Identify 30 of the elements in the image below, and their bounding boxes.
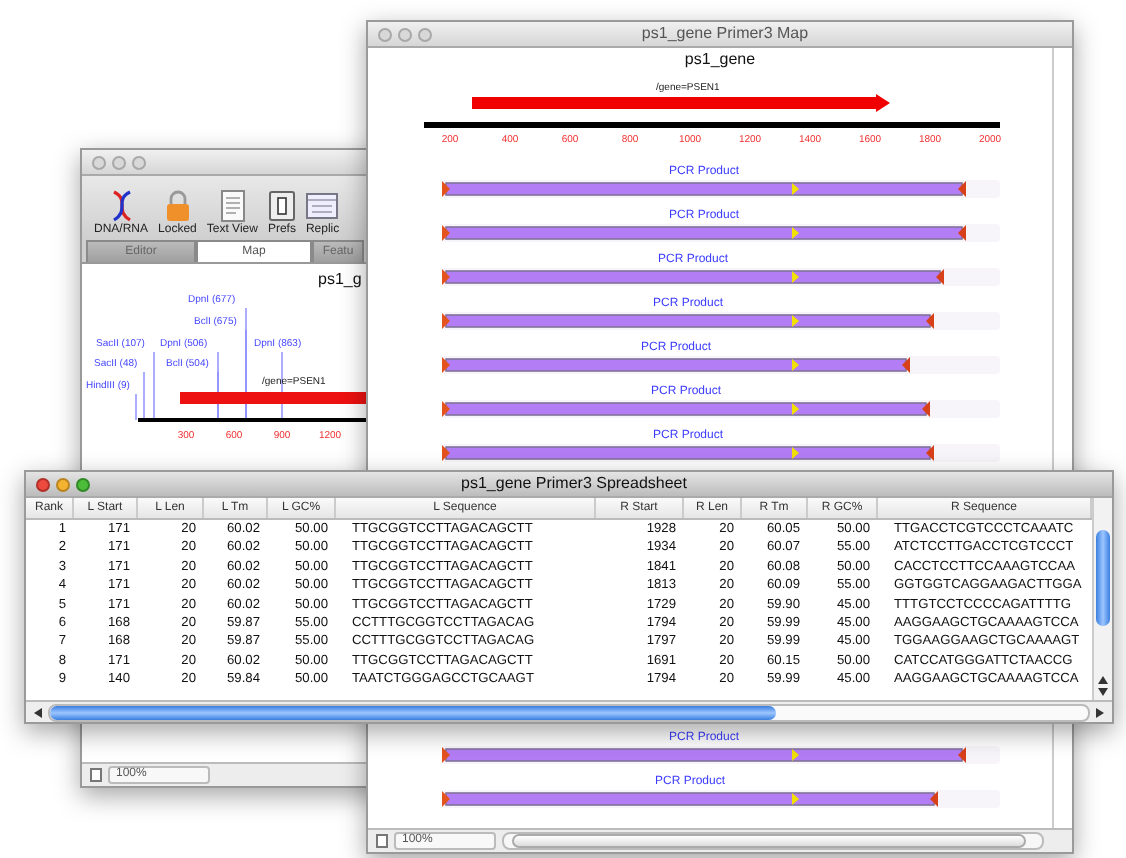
window-title: ps1_gene Primer3 Spreadsheet [459, 472, 689, 496]
down-arrow-icon[interactable] [1098, 688, 1108, 696]
zoom-button[interactable] [418, 27, 432, 41]
map-heading: ps1_g [318, 270, 362, 288]
minimize-button[interactable] [112, 155, 126, 169]
leader-line [135, 393, 137, 421]
close-button[interactable] [36, 477, 50, 491]
horizontal-scrollbar[interactable] [502, 832, 1044, 850]
zoom-button[interactable] [76, 477, 90, 491]
right-arrow-icon[interactable] [1096, 707, 1104, 717]
left-arrow-icon[interactable] [34, 707, 42, 717]
page-icon [90, 768, 102, 782]
dna-helix-icon [107, 190, 135, 222]
close-button[interactable] [378, 27, 392, 41]
horizontal-scrollbar[interactable] [48, 703, 1090, 721]
leader-line [153, 351, 155, 421]
document-icon [219, 190, 246, 222]
page-icon [376, 834, 388, 848]
switch-icon [267, 190, 296, 222]
up-arrow-icon[interactable] [1098, 676, 1108, 684]
vertical-scrollbar[interactable] [1092, 498, 1112, 700]
leader-line [143, 371, 145, 421]
minimize-button[interactable] [56, 477, 70, 491]
padlock-icon [163, 190, 192, 222]
map-heading: ps1_gene [682, 50, 758, 68]
window-icon [306, 190, 339, 222]
zoom-button[interactable] [132, 155, 146, 169]
minimize-button[interactable] [398, 27, 412, 41]
window-title: ps1_gene Primer3 Map [639, 22, 811, 46]
close-button[interactable] [92, 155, 106, 169]
